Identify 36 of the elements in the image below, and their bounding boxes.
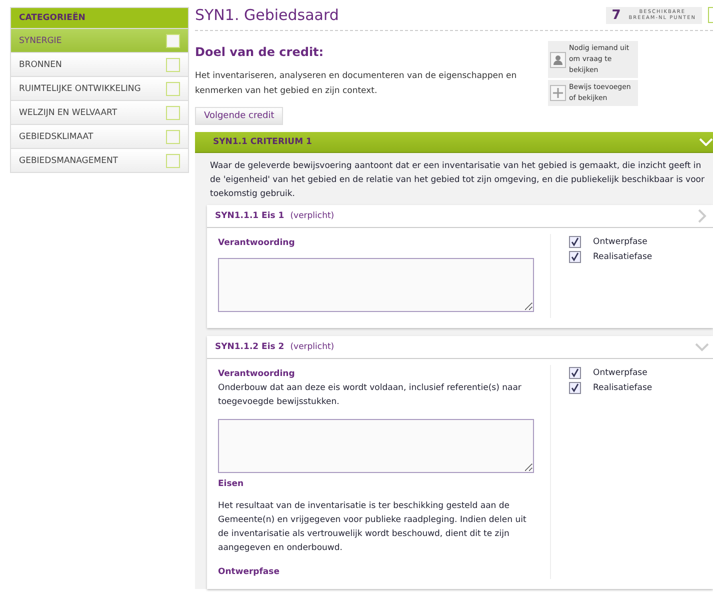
checkbox[interactable] [569,250,581,262]
sidebar-item[interactable]: WELZIJN EN WELVAART [11,100,188,124]
phase-label: Ontwerpfase [593,368,648,378]
sidebar-title: CATEGORIEËN [11,8,188,28]
goal-heading: Doel van de credit: [195,45,325,59]
plus-icon [550,85,566,101]
checkbox[interactable] [569,382,581,394]
answer-hint: Onderbouw dat aan deze eis wordt voldaan, inclusief referentie(s) naar toegevoegde bewijsstukken. [218,382,522,409]
sidebar-item[interactable]: SYNERGIE [11,28,188,52]
phase-label: Realisatiefase [593,382,652,392]
answer-label: Verantwoording [218,369,296,379]
points-count: 7 [612,8,621,22]
edge-box [708,7,713,23]
answer-field[interactable] [218,258,534,312]
requirement-header[interactable]: SYN1.1.2 Eis 2 (verplicht) [207,336,713,359]
requirements-text: Het resultaat van de inventarisatie is ter beschikking gesteld aan de Gemeente(n) en vrijgegeven voor publieke raadpleging. Indien delen uit de inventarisatie als vertrouwelijk wordt beschouwd, dient dit te zijn aangegeven en onderbouwd. [218,500,528,555]
chevron-icon [699,138,713,146]
goal-text: Het inventariseren, analyseren en documenteren van de eigenschappen en kenmerken van het gebied en zijn context. [195,70,518,98]
criterion-header[interactable]: SYN1.1 CRITERIUM 1 [195,132,713,153]
sidebar-item[interactable]: GEBIEDSKLIMAAT [11,124,188,148]
requirements-heading: Eisen [218,479,245,489]
sidebar-item[interactable]: GEBIEDSMANAGEMENT [11,148,188,172]
requirement-header[interactable]: SYN1.1.1 Eis 1 (verplicht) [207,205,713,228]
criterion-text: Waar de geleverde bewijsvoering aantoont dat er een inventarisatie van het gebied is gemaakt, die inzicht geeft in de 'eigenheid' van het gebied en de relatie van het gebied tot zijn omgeving, en die publiekelijk beschikbaar is voor toekomstig gebruik. [210,160,706,201]
sidebar-item[interactable]: BRONNEN [11,52,188,76]
person-icon [550,52,566,68]
phase-heading: Ontwerpfase [218,567,280,577]
phase-label: Ontwerpfase [593,236,648,246]
checkbox[interactable] [569,236,581,248]
page-title: SYN1. Gebiedsaard [195,6,340,24]
answer-field[interactable] [218,419,534,473]
next-credit-button[interactable]: Volgende credit [195,107,284,125]
sidebar-item[interactable]: RUIMTELIJKE ONTWIKKELING [11,76,188,100]
answer-label: Verantwoording [218,238,296,248]
phase-label: Realisatiefase [593,252,652,262]
checkbox[interactable] [569,366,581,378]
